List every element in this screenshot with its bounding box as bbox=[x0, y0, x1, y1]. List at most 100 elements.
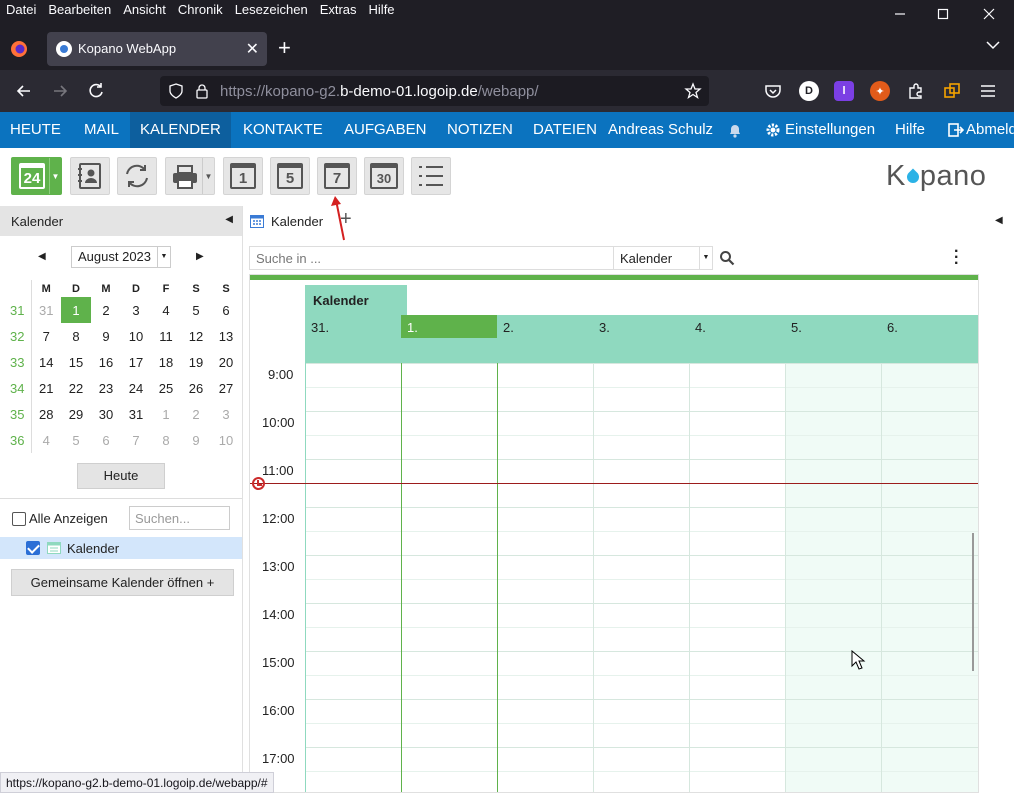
refresh-button[interactable] bbox=[117, 157, 157, 195]
week-number[interactable]: 31 bbox=[4, 297, 32, 323]
browser-tab-kopano[interactable]: Kopano WebApp ✕ bbox=[47, 32, 267, 66]
pocket-icon[interactable] bbox=[763, 81, 783, 101]
mini-day[interactable]: 5 bbox=[61, 427, 91, 453]
mini-day[interactable]: 16 bbox=[91, 349, 121, 375]
mini-day[interactable]: 6 bbox=[211, 297, 241, 323]
nav-hilfe[interactable]: Hilfe bbox=[885, 112, 935, 148]
nav-dateien[interactable]: DATEIEN bbox=[523, 112, 607, 148]
menu-ansicht[interactable]: Ansicht bbox=[123, 2, 166, 17]
open-shared-calendars-button[interactable]: Gemeinsame Kalender öffnen + bbox=[11, 569, 234, 596]
mini-day[interactable]: 1 bbox=[151, 401, 181, 427]
mini-day[interactable]: 8 bbox=[61, 323, 91, 349]
mini-day[interactable]: 7 bbox=[121, 427, 151, 453]
close-window-button[interactable] bbox=[966, 0, 1012, 28]
time-grid[interactable] bbox=[305, 363, 978, 792]
mini-day[interactable]: 29 bbox=[61, 401, 91, 427]
mini-day[interactable]: 7 bbox=[31, 323, 61, 349]
workweek-view-button[interactable]: 5 bbox=[270, 157, 310, 195]
nav-einstellungen[interactable]: Einstellungen bbox=[775, 112, 885, 148]
mini-day[interactable]: 27 bbox=[211, 375, 241, 401]
mini-day[interactable]: 26 bbox=[181, 375, 211, 401]
extension-fox-icon[interactable]: ✦ bbox=[870, 81, 890, 101]
back-icon[interactable] bbox=[14, 81, 34, 101]
mini-day[interactable]: 18 bbox=[151, 349, 181, 375]
tab-kalender[interactable]: Kalender bbox=[248, 206, 332, 236]
week-number[interactable]: 36 bbox=[4, 427, 32, 453]
firefox-icon[interactable] bbox=[10, 40, 28, 58]
search-scope-select[interactable]: Kalender ▼ bbox=[613, 246, 713, 270]
mini-day[interactable]: 24 bbox=[121, 375, 151, 401]
day-header[interactable]: 5. bbox=[785, 315, 881, 363]
search-icon[interactable] bbox=[719, 250, 735, 266]
mini-day-today[interactable]: 1 bbox=[61, 297, 91, 323]
week-view-button[interactable]: 7 bbox=[317, 157, 357, 195]
menu-datei[interactable]: Datei bbox=[6, 2, 36, 17]
day-view-button[interactable]: 1 bbox=[223, 157, 263, 195]
calendar-list-item[interactable]: Kalender bbox=[0, 537, 242, 559]
mini-day[interactable]: 6 bbox=[91, 427, 121, 453]
mini-day[interactable]: 23 bbox=[91, 375, 121, 401]
nav-user[interactable]: Andreas Schulz bbox=[598, 112, 723, 148]
mini-day[interactable]: 8 bbox=[151, 427, 181, 453]
mini-day[interactable]: 3 bbox=[121, 297, 151, 323]
minimize-button[interactable] bbox=[877, 0, 923, 28]
week-number[interactable]: 33 bbox=[4, 349, 32, 375]
mini-day[interactable]: 2 bbox=[181, 401, 211, 427]
mini-day[interactable]: 15 bbox=[61, 349, 91, 375]
new-dropdown-arrow[interactable]: ▼ bbox=[49, 158, 61, 194]
mini-day[interactable]: 13 bbox=[211, 323, 241, 349]
mini-day[interactable]: 22 bbox=[61, 375, 91, 401]
nav-notizen[interactable]: NOTIZEN bbox=[437, 112, 523, 148]
mini-day[interactable]: 21 bbox=[31, 375, 61, 401]
mini-day[interactable]: 17 bbox=[121, 349, 151, 375]
calendar-checkbox[interactable] bbox=[26, 541, 40, 555]
show-all-checkbox[interactable] bbox=[12, 512, 26, 526]
week-number[interactable]: 34 bbox=[4, 375, 32, 401]
extension-l-icon[interactable]: l bbox=[834, 81, 854, 101]
mini-day[interactable]: 9 bbox=[91, 323, 121, 349]
list-all-tabs-icon[interactable] bbox=[986, 40, 1000, 50]
shield-icon[interactable] bbox=[168, 83, 184, 99]
nav-abmelden[interactable]: Abmelden bbox=[956, 112, 1014, 148]
tab-close-icon[interactable]: ✕ bbox=[246, 39, 259, 59]
menu-extras[interactable]: Extras bbox=[320, 2, 357, 17]
search-input[interactable]: Suche in ... bbox=[249, 246, 614, 270]
multi-window-icon[interactable] bbox=[942, 81, 962, 101]
mini-day[interactable]: 28 bbox=[31, 401, 61, 427]
forward-icon[interactable] bbox=[50, 81, 70, 101]
lock-icon[interactable] bbox=[195, 83, 209, 99]
mini-day[interactable]: 4 bbox=[151, 297, 181, 323]
new-tab-button[interactable]: + bbox=[278, 36, 291, 60]
extension-d-icon[interactable]: D bbox=[799, 81, 819, 101]
hamburger-menu-icon[interactable] bbox=[978, 81, 998, 101]
mini-day[interactable]: 12 bbox=[181, 323, 211, 349]
print-button[interactable]: ▼ bbox=[165, 157, 215, 195]
menu-chronik[interactable]: Chronik bbox=[178, 2, 223, 17]
mini-day[interactable]: 5 bbox=[181, 297, 211, 323]
prev-month-icon[interactable]: ◀ bbox=[38, 251, 46, 262]
menu-bearbeiten[interactable]: Bearbeiten bbox=[48, 2, 111, 17]
new-appointment-button[interactable]: 24 ▼ bbox=[11, 157, 62, 195]
reload-icon[interactable] bbox=[86, 81, 106, 101]
chevron-down-icon[interactable]: ▼ bbox=[699, 247, 712, 269]
mini-day[interactable]: 31 bbox=[31, 297, 61, 323]
day-header[interactable]: 3. bbox=[593, 315, 689, 363]
maximize-button[interactable] bbox=[920, 0, 966, 28]
list-view-button[interactable] bbox=[411, 157, 451, 195]
calendar-search-input[interactable]: Suchen... bbox=[129, 506, 230, 530]
address-book-button[interactable] bbox=[70, 157, 110, 195]
mini-day[interactable]: 3 bbox=[211, 401, 241, 427]
url-bar[interactable]: https://kopano-g2.b-demo-01.logoip.de/we… bbox=[160, 76, 709, 106]
nav-kontakte[interactable]: KONTAKTE bbox=[233, 112, 333, 148]
mini-day[interactable]: 31 bbox=[121, 401, 151, 427]
month-picker[interactable]: August 2023 ▼ bbox=[71, 246, 171, 268]
today-button[interactable]: Heute bbox=[77, 463, 165, 489]
day-header[interactable]: 2. bbox=[497, 315, 593, 363]
mini-day[interactable]: 25 bbox=[151, 375, 181, 401]
mini-day[interactable]: 30 bbox=[91, 401, 121, 427]
collapse-left-icon[interactable]: ◀ bbox=[225, 214, 233, 225]
menu-lesezeichen[interactable]: Lesezeichen bbox=[235, 2, 308, 17]
more-options-icon[interactable]: · · · bbox=[954, 244, 959, 272]
nav-mail[interactable]: MAIL bbox=[74, 112, 129, 148]
mini-day[interactable]: 10 bbox=[121, 323, 151, 349]
